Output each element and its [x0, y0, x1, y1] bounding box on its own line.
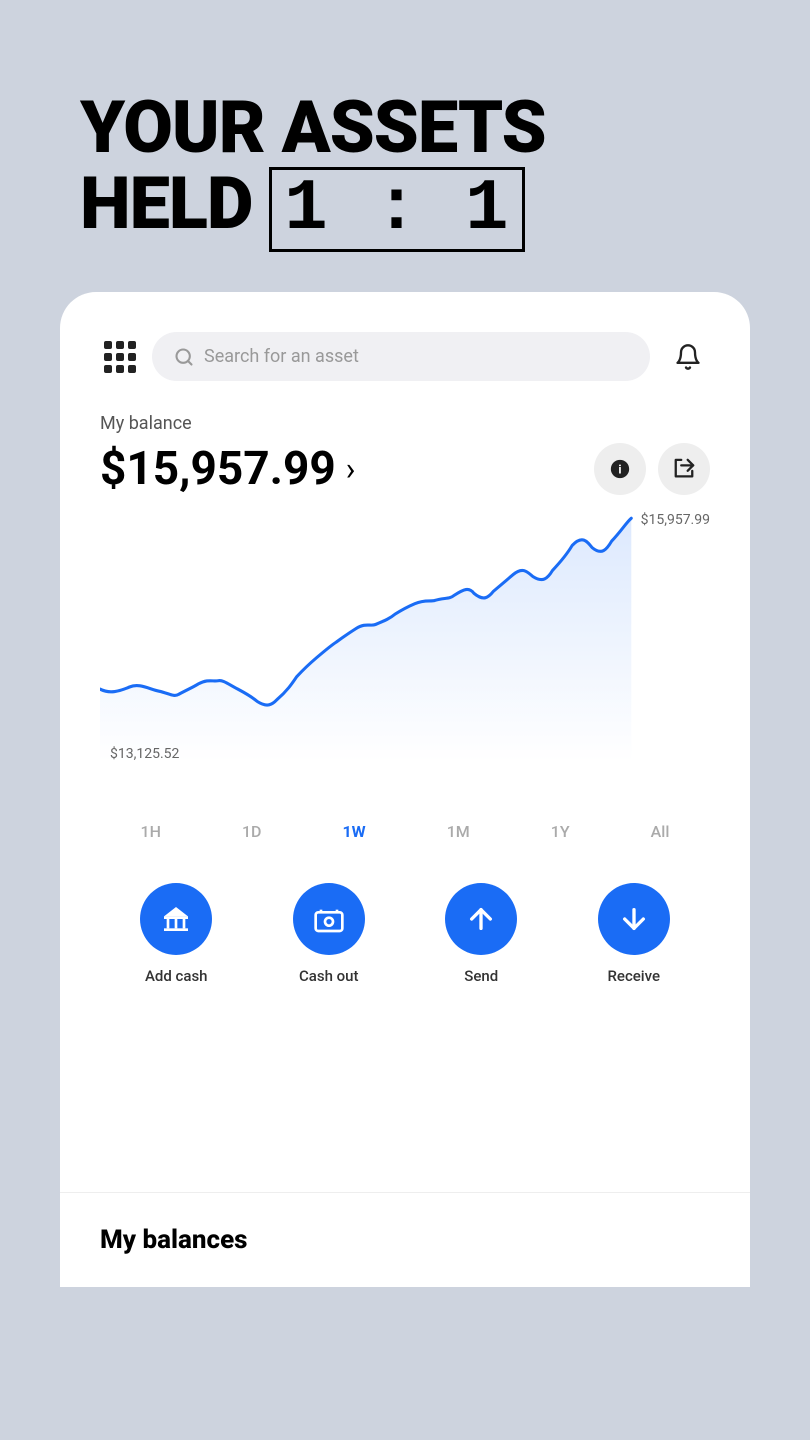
main-card: Search for an asset My balance $15,957.9… — [60, 292, 750, 1192]
search-icon — [174, 347, 194, 367]
bottom-section: My balances — [60, 1192, 750, 1287]
search-bar[interactable]: Search for an asset — [152, 332, 650, 381]
info-button[interactable]: i — [594, 443, 646, 495]
balance-amount[interactable]: $15,957.99 › — [100, 442, 355, 496]
add-cash-button[interactable]: Add cash — [140, 883, 212, 985]
receive-label: Receive — [607, 967, 660, 985]
info-icon: i — [609, 458, 631, 480]
hero-title-line2: HELD 1 : 1 — [80, 166, 730, 253]
filter-1y[interactable]: 1Y — [539, 816, 582, 847]
notification-bell-icon[interactable] — [666, 335, 710, 379]
filter-1w[interactable]: 1W — [331, 816, 378, 847]
time-filter-bar: 1H 1D 1W 1M 1Y All — [100, 800, 710, 875]
hero-section: YOUR ASSETS HELD 1 : 1 — [0, 0, 810, 292]
balance-chart: $15,957.99 $13,125.52 — [100, 512, 710, 792]
cashout-icon — [313, 903, 345, 935]
my-balances-title: My balances — [100, 1225, 710, 1255]
action-buttons-row: Add cash Cash out Send — [100, 875, 710, 1009]
chart-min-label: $13,125.52 — [110, 746, 179, 762]
balance-actions: i — [594, 443, 710, 495]
bank-icon — [160, 903, 192, 935]
share-icon — [673, 458, 695, 480]
balance-label: My balance — [100, 413, 710, 434]
cash-out-button[interactable]: Cash out — [293, 883, 365, 985]
add-cash-label: Add cash — [145, 967, 208, 985]
cash-out-label: Cash out — [299, 967, 359, 985]
share-button[interactable] — [658, 443, 710, 495]
send-icon — [465, 903, 497, 935]
filter-1d[interactable]: 1D — [230, 816, 274, 847]
balance-chevron-icon: › — [346, 450, 356, 488]
filter-1m[interactable]: 1M — [435, 816, 482, 847]
chart-svg — [100, 512, 710, 762]
svg-text:i: i — [618, 463, 621, 477]
send-label: Send — [464, 967, 498, 985]
grid-menu-icon[interactable] — [104, 341, 136, 373]
search-placeholder: Search for an asset — [204, 346, 359, 367]
hero-ratio-badge: 1 : 1 — [269, 167, 525, 253]
receive-button[interactable]: Receive — [598, 883, 670, 985]
chart-max-label: $15,957.99 — [641, 512, 710, 528]
filter-1h[interactable]: 1H — [129, 816, 173, 847]
hero-title-line1: YOUR ASSETS — [80, 90, 730, 166]
balance-row: $15,957.99 › i — [100, 442, 710, 496]
filter-all[interactable]: All — [639, 816, 682, 847]
receive-icon — [618, 903, 650, 935]
search-row: Search for an asset — [100, 332, 710, 381]
send-button[interactable]: Send — [445, 883, 517, 985]
